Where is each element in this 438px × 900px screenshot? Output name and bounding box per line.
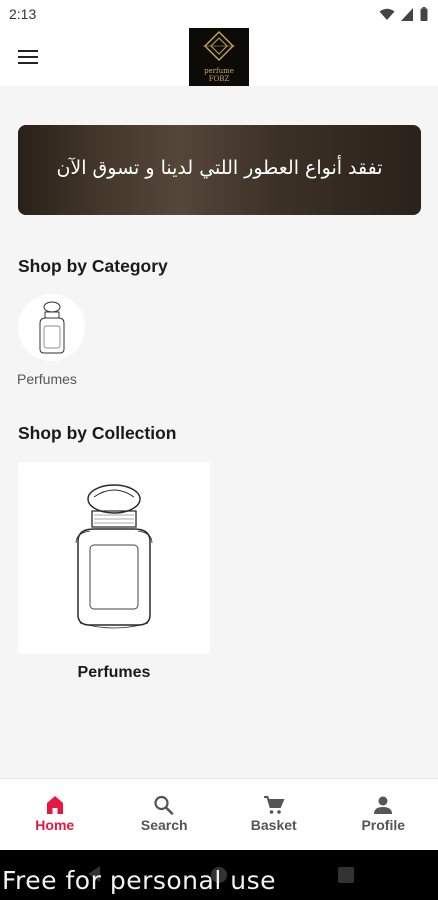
logo-text-line1: perfume xyxy=(204,67,234,75)
brand-logo[interactable]: perfume FOBZ xyxy=(189,28,249,86)
perfume-bottle-icon xyxy=(39,301,64,353)
app-bar: perfume FOBZ xyxy=(0,28,438,86)
nav-home-label: Home xyxy=(35,817,75,833)
category-item-perfumes[interactable] xyxy=(18,294,85,361)
status-icons xyxy=(379,7,428,21)
nav-profile[interactable]: Profile xyxy=(329,779,438,851)
category-label: Perfumes xyxy=(17,371,77,387)
promo-banner[interactable]: تفقد أنواع العطور اللتي لدينا و تسوق الآ… xyxy=(18,125,421,215)
category-section-title: Shop by Category xyxy=(18,256,168,276)
signal-icon xyxy=(401,7,413,21)
person-icon xyxy=(374,796,393,814)
status-bar: 2:13 xyxy=(0,0,438,28)
bottom-navigation: Home Search Basket Profile xyxy=(0,778,438,851)
recents-icon[interactable] xyxy=(338,867,354,883)
nav-home[interactable]: Home xyxy=(0,779,110,851)
diamond-logo-icon xyxy=(203,31,235,61)
watermark-text: Free for personal use xyxy=(2,866,276,895)
status-time: 2:13 xyxy=(9,6,37,22)
cart-icon xyxy=(263,796,285,814)
logo-text-line2: FOBZ xyxy=(208,75,230,83)
nav-search-label: Search xyxy=(140,817,188,833)
nav-search[interactable]: Search xyxy=(110,779,220,851)
search-icon xyxy=(154,795,174,815)
wifi-icon xyxy=(379,8,395,20)
nav-basket-label: Basket xyxy=(250,817,297,833)
collection-item-perfumes[interactable] xyxy=(18,462,210,654)
battery-icon xyxy=(420,7,428,21)
collection-label: Perfumes xyxy=(77,664,151,681)
perfume-bottle-icon xyxy=(75,484,153,629)
nav-profile-label: Profile xyxy=(361,817,406,833)
home-icon xyxy=(46,796,63,814)
collection-section-title: Shop by Collection xyxy=(18,423,177,443)
hamburger-menu-icon[interactable] xyxy=(16,46,40,66)
nav-basket[interactable]: Basket xyxy=(219,779,329,851)
banner-text: تفقد أنواع العطور اللتي لدينا و تسوق الآ… xyxy=(56,157,383,179)
